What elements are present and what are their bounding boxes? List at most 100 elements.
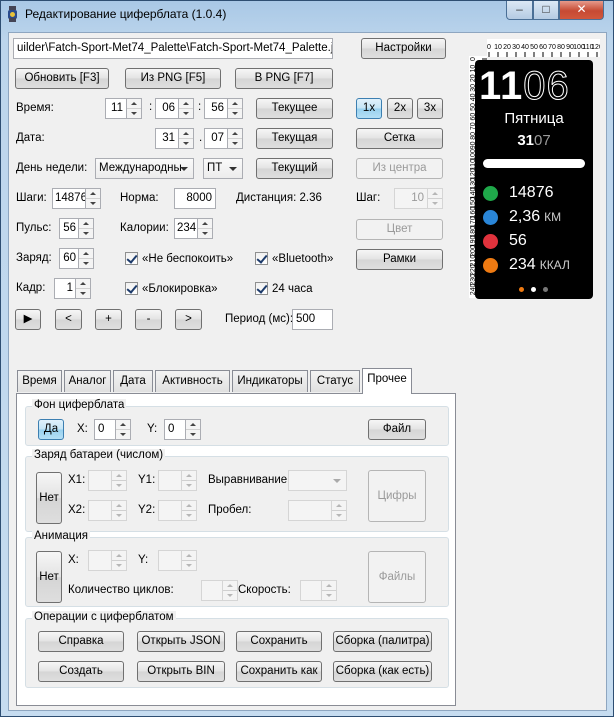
grid-button[interactable]: Сетка — [356, 128, 443, 149]
battery-y2-spinner[interactable] — [182, 500, 197, 521]
animation-x-spinner[interactable] — [112, 550, 127, 571]
charge-spinner[interactable] — [79, 248, 94, 269]
lock-checkbox[interactable]: «Блокировка» — [125, 282, 217, 295]
frame-spinner[interactable] — [76, 278, 91, 299]
tab-date[interactable]: Дата — [113, 370, 153, 392]
battery-digits-button[interactable]: Цифры — [368, 470, 426, 522]
battery-y1-spinner[interactable] — [182, 470, 197, 491]
animation-cycles-spinner[interactable] — [223, 580, 238, 601]
add-frame-button[interactable]: + — [95, 309, 122, 330]
calories-field[interactable]: 234 — [174, 218, 198, 239]
frame-field[interactable]: 1 — [54, 278, 76, 299]
hours-field[interactable]: 11 — [105, 98, 127, 119]
battery-gap-field[interactable] — [288, 500, 332, 521]
step-field[interactable]: 10 — [394, 188, 428, 209]
battery-y2-field[interactable] — [158, 500, 182, 521]
from-png-button[interactable]: Из PNG [F5] — [125, 68, 221, 89]
ruler-label: 0 — [487, 44, 491, 51]
battery-align-select[interactable] — [288, 470, 347, 491]
battery-no-button[interactable]: Нет — [36, 472, 62, 524]
minutes-spinner[interactable] — [179, 98, 194, 119]
animation-files-button[interactable]: Файлы — [368, 551, 426, 603]
battery-x1-field[interactable] — [88, 470, 112, 491]
battery-gap-spinner[interactable] — [332, 500, 347, 521]
watchface-preview[interactable]: 1106 Пятница 3107 14876 2,36 КМ 56 234 К… — [475, 60, 593, 299]
day-field[interactable]: 31 — [155, 128, 179, 149]
animation-speed-spinner[interactable] — [322, 580, 337, 601]
zoom-3x-button[interactable]: 3x — [417, 98, 443, 119]
battery-x1-spinner[interactable] — [112, 470, 127, 491]
remove-frame-button[interactable]: - — [135, 309, 162, 330]
weekday-select[interactable]: ПТ — [203, 158, 243, 179]
month-spinner[interactable] — [228, 128, 243, 149]
settings-button[interactable]: Настройки — [361, 38, 446, 59]
step-spinner[interactable] — [428, 188, 443, 209]
from-center-button[interactable]: Из центра — [356, 158, 443, 179]
battery-y1-field[interactable] — [158, 470, 182, 491]
background-x-field[interactable]: 0 — [94, 419, 116, 440]
battery-x2-spinner[interactable] — [112, 500, 127, 521]
day-spinner[interactable] — [179, 128, 194, 149]
seconds-spinner[interactable] — [228, 98, 243, 119]
period-field[interactable]: 500 — [292, 309, 333, 330]
animation-y-field[interactable] — [158, 550, 182, 571]
save-as-button[interactable]: Сохранить как — [236, 661, 322, 682]
do-not-disturb-checkbox[interactable]: «Не беспокоить» — [125, 252, 233, 265]
animation-x-field[interactable] — [88, 550, 112, 571]
pulse-spinner[interactable] — [79, 218, 94, 239]
current-weekday-button[interactable]: Текущий — [256, 158, 333, 179]
background-file-button[interactable]: Файл — [368, 419, 426, 440]
background-y-spinner[interactable] — [186, 419, 201, 440]
animation-y-spinner[interactable] — [182, 550, 197, 571]
hours-spinner[interactable] — [127, 98, 142, 119]
steps-spinner[interactable] — [86, 188, 101, 209]
animation-no-button[interactable]: Нет — [36, 551, 62, 603]
24h-checkbox[interactable]: 24 часа — [255, 282, 313, 295]
animation-speed-field[interactable] — [300, 580, 322, 601]
battery-x2-field[interactable] — [88, 500, 112, 521]
next-frame-button[interactable]: > — [175, 309, 202, 330]
file-path-field[interactable]: uilder\Fatch-Sport-Met74_Palette\Fatch-S… — [13, 38, 333, 59]
tab-time[interactable]: Время — [17, 370, 62, 392]
zoom-2x-button[interactable]: 2x — [387, 98, 413, 119]
create-button[interactable]: Создать — [38, 661, 124, 682]
frames-button[interactable]: Рамки — [356, 249, 443, 270]
play-button[interactable]: ▶ — [15, 309, 41, 330]
build-asis-button[interactable]: Сборка (как есть) — [333, 661, 432, 682]
ruler-label: 70 — [548, 44, 556, 51]
to-png-button[interactable]: В PNG [F7] — [235, 68, 333, 89]
calories-spinner[interactable] — [198, 218, 213, 239]
refresh-button[interactable]: Обновить [F3] — [15, 68, 109, 89]
build-palette-button[interactable]: Сборка (палитра) — [333, 631, 432, 652]
tab-status[interactable]: Статус — [310, 370, 360, 392]
background-y-field[interactable]: 0 — [164, 419, 186, 440]
zoom-1x-button[interactable]: 1x — [356, 98, 382, 119]
color-button[interactable]: Цвет — [356, 219, 443, 240]
tab-analog[interactable]: Аналог — [64, 370, 111, 392]
maximize-button[interactable]: □ — [533, 1, 559, 20]
charge-field[interactable]: 60 — [59, 248, 79, 269]
prev-frame-button[interactable]: < — [55, 309, 82, 330]
background-yes-button[interactable]: Да — [38, 419, 64, 440]
help-button[interactable]: Справка — [38, 631, 124, 652]
weekday-locale-select[interactable]: Международны — [95, 158, 194, 179]
tab-other[interactable]: Прочее — [362, 368, 412, 394]
seconds-field[interactable]: 56 — [204, 98, 228, 119]
bluetooth-checkbox[interactable]: «Bluetooth» — [255, 252, 333, 265]
close-button[interactable]: ✕ — [559, 1, 604, 20]
open-bin-button[interactable]: Открыть BIN — [137, 661, 225, 682]
minimize-button[interactable]: – — [506, 1, 533, 20]
save-button[interactable]: Сохранить — [236, 631, 322, 652]
norm-field[interactable]: 8000 — [174, 188, 216, 209]
minutes-field[interactable]: 06 — [155, 98, 179, 119]
animation-cycles-field[interactable] — [201, 580, 223, 601]
pulse-field[interactable]: 56 — [59, 218, 79, 239]
open-json-button[interactable]: Открыть JSON — [137, 631, 225, 652]
tab-activity[interactable]: Активность — [155, 370, 230, 392]
steps-field[interactable]: 14876 — [52, 188, 86, 209]
background-x-spinner[interactable] — [116, 419, 131, 440]
current-date-button[interactable]: Текущая — [256, 128, 333, 149]
month-field[interactable]: 07 — [204, 128, 228, 149]
tab-indicators[interactable]: Индикаторы — [232, 370, 308, 392]
current-time-button[interactable]: Текущее — [256, 98, 333, 119]
